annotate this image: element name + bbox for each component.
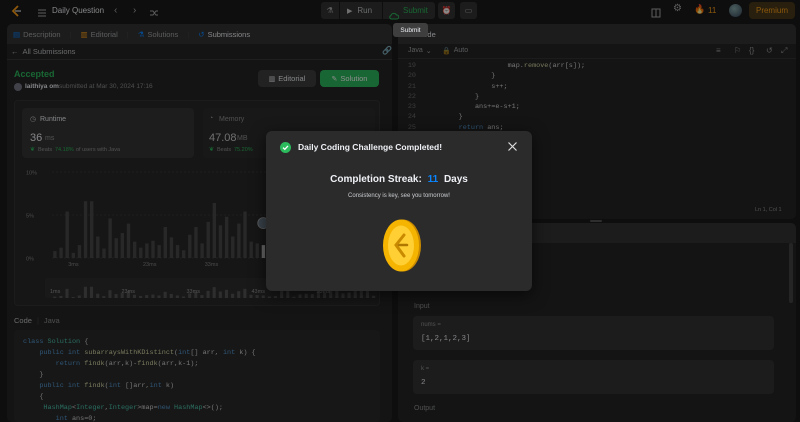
close-icon[interactable] xyxy=(507,139,518,151)
check-circle-icon xyxy=(280,140,291,153)
coin-icon xyxy=(382,218,422,273)
completion-modal: Daily Coding Challenge Completed! Comple… xyxy=(266,131,532,291)
streak-line: Completion Streak: 11 Days xyxy=(330,174,468,185)
modal-subtitle: Consistency is key, see you tomorrow! xyxy=(348,193,450,199)
modal-title: Daily Coding Challenge Completed! xyxy=(298,142,443,152)
streak-value: 11 xyxy=(427,174,439,185)
submit-tooltip: Submit xyxy=(393,23,428,37)
